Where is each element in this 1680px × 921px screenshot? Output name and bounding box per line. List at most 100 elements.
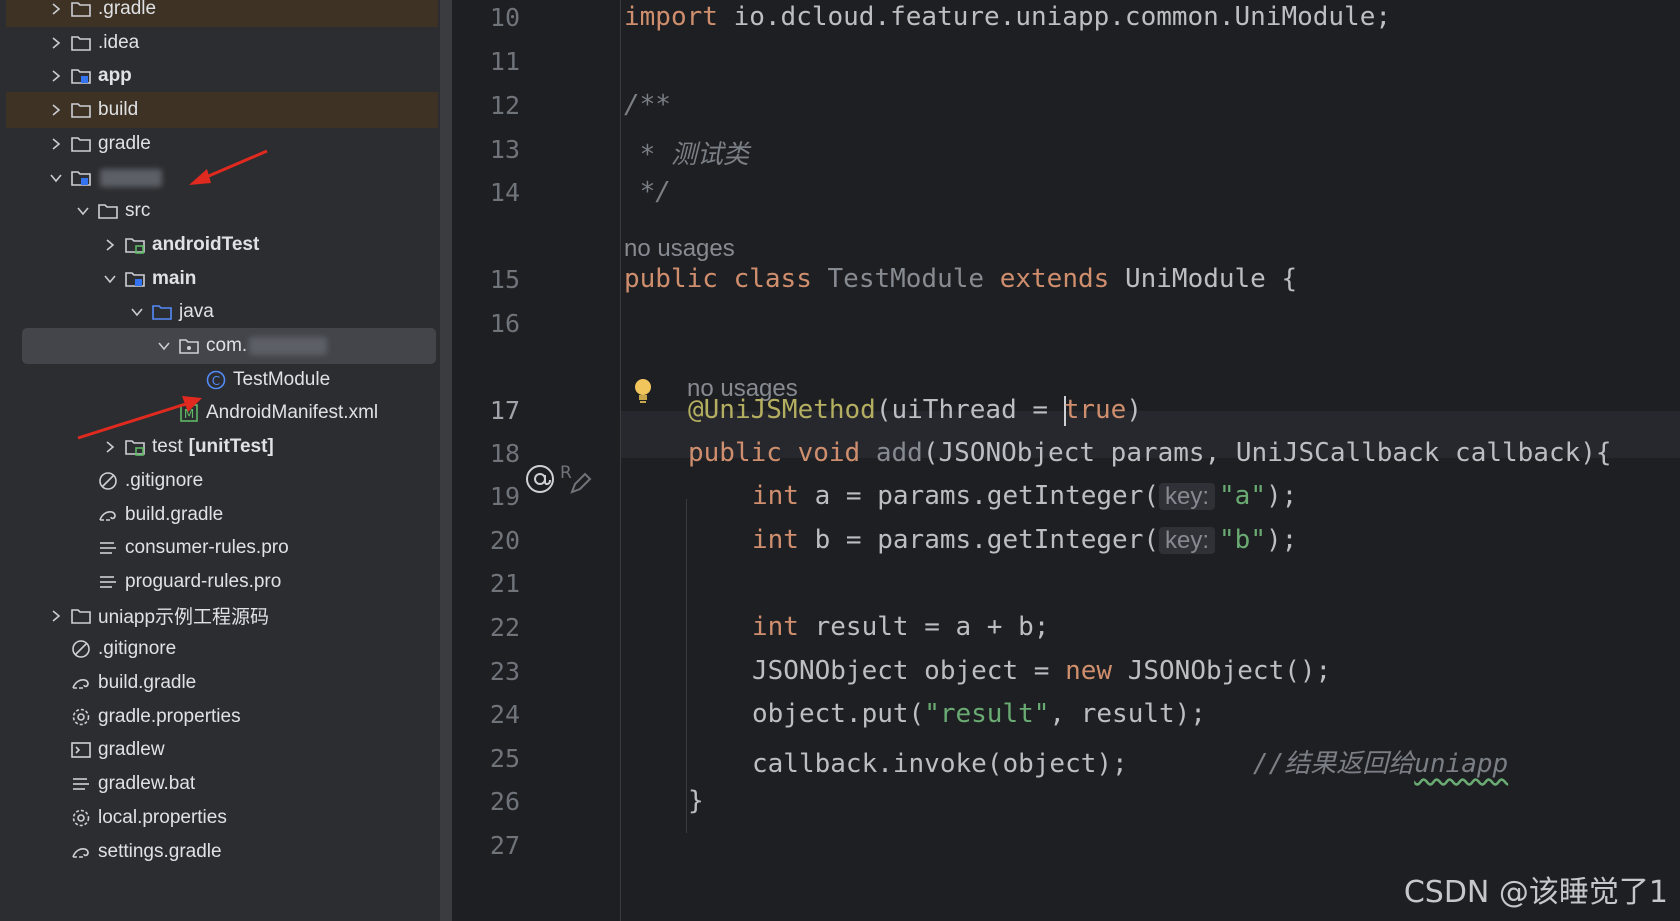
code-editor[interactable]: no usages no usages import io.dcloud.fea… [624,0,1680,921]
tree-item-label: app [98,65,132,87]
code-line[interactable]: * 测试类 [624,134,749,171]
tree-item-build[interactable]: build [6,92,438,129]
tree-scrollbar[interactable] [440,0,452,921]
tree-item-gradle-properties[interactable]: gradle.properties [6,699,438,735]
chevron-down-icon[interactable] [44,171,68,185]
tree-item-com[interactable]: com. [22,328,436,364]
code-line[interactable]: */ [624,177,671,207]
tree-item-src[interactable]: src [6,193,438,229]
tree-item-app[interactable]: app [6,58,438,94]
code-line[interactable]: @UniJSMethod(uiThread = true) [688,395,1142,426]
tree-item-label: java [179,301,214,323]
code-line[interactable]: int result = a + b; [752,612,1049,642]
tree-item-build-gradle[interactable]: build.gradle [6,497,438,533]
line-number: 25 [489,744,520,773]
code-line[interactable]: import io.dcloud.feature.uniapp.common.U… [624,2,1391,32]
code-line[interactable]: public void add(JSONObject params, UniJS… [688,438,1612,468]
code-token: */ [624,177,671,207]
code-line[interactable]: } [688,786,704,816]
chevron-right-icon[interactable] [98,238,122,252]
manifest-icon: M [176,401,202,425]
tree-item-androidmanifest-xml[interactable]: M AndroidManifest.xml [6,395,438,431]
test-folder-icon [122,435,148,459]
code-line[interactable]: JSONObject object = new JSONObject(); [752,656,1331,686]
chevron-right-icon[interactable] [44,137,68,151]
tree-item-label: .gradle [98,0,157,19]
code-token: uniapp [1414,749,1509,779]
tree-item-label: gradlew [98,739,165,761]
tree-item-gradle[interactable]: gradle [6,126,438,162]
code-token: "result" [924,699,1050,729]
folder-icon [95,199,121,223]
code-line[interactable]: public class TestModule extends UniModul… [624,264,1297,294]
tree-item-consumer-rules-pro[interactable]: consumer-rules.pro [6,530,438,566]
tree-item-label: build.gradle [125,503,224,525]
code-token: UniModule { [1124,264,1298,294]
edit-rule-icon[interactable]: R [558,462,592,500]
code-line[interactable]: callback.invoke(object); //结果返回给uniapp [752,743,1508,780]
code-token: "b" [1219,525,1266,555]
chevron-right-icon[interactable] [44,103,68,117]
folder-icon [68,31,94,55]
code-token: object.put( [752,699,925,729]
implementation-at-icon[interactable] [524,463,556,499]
line-number: 27 [489,831,520,860]
tree-item-gradlew-bat[interactable]: gradlew.bat [6,766,438,802]
code-token: b = params.getInteger( [814,525,1159,555]
chevron-down-icon[interactable] [71,204,95,218]
chevron-right-icon[interactable] [44,36,68,50]
line-number: 13 [489,135,520,164]
tree-item-idea[interactable]: .idea [6,25,438,61]
code-token: io.dcloud.feature.uniapp.common.UniModul… [733,2,1392,32]
code-line[interactable]: /** [624,90,671,120]
tree-item-androidtest[interactable]: androidTest [6,227,438,263]
code-token: /** [624,90,671,120]
line-number: 14 [489,178,520,207]
tree-item-gitignore[interactable]: .gitignore [6,631,438,667]
tree-item-label: .idea [98,31,140,53]
chevron-down-icon[interactable] [152,339,176,353]
code-line[interactable]: int b = params.getInteger(key: "b"); [752,525,1297,555]
usage-hint-class[interactable]: no usages [624,235,735,263]
tree-item-main[interactable]: main [6,261,438,297]
code-line[interactable]: int a = params.getInteger(key: "a"); [752,481,1297,511]
redacted-name [249,337,328,355]
tree-item-gitignore[interactable]: .gitignore [6,463,438,499]
tree-item-testmodule[interactable]: C TestModule [6,362,438,398]
chevron-right-icon[interactable] [44,2,68,16]
bulb-icon[interactable] [632,377,654,409]
tree-item-settings-gradle[interactable]: settings.gradle [6,834,438,870]
line-number: 11 [489,47,520,76]
tree-item-gradlew[interactable]: gradlew [6,732,438,768]
line-number: 10 [489,3,520,32]
chevron-down-icon[interactable] [98,272,122,286]
tree-item-uniapp[interactable]: uniapp示例工程源码 [6,598,438,634]
tree-item-test-unittest[interactable]: test [unitTest] [6,429,438,465]
tree-item-label: settings.gradle [98,840,222,862]
line-number: 18 [489,439,520,468]
code-token: //结果返回给 [1252,749,1415,779]
tree-item-local-properties[interactable]: local.properties [6,800,438,836]
tree-item-proguard-rules-pro[interactable]: proguard-rules.pro [6,564,438,600]
line-number: 26 [489,787,520,816]
tree-item-java[interactable]: java [6,294,438,330]
code-line[interactable]: object.put("result", result); [752,699,1206,729]
code-token: } [688,786,704,816]
text-file-icon [95,570,121,594]
code-token: JSONObject object = [752,656,1066,686]
folder-icon [68,98,94,122]
chevron-right-icon[interactable] [44,69,68,83]
chevron-right-icon[interactable] [98,440,122,454]
code-token: JSONObject(); [1127,656,1332,686]
tree-item-item[interactable] [6,160,438,196]
tree-item-label: local.properties [98,806,227,828]
tree-item-label: main [152,267,197,289]
project-tree: .gradle .idea app build gradle src androidTest… [0,0,452,921]
tree-item-build-gradle[interactable]: build.gradle [6,665,438,701]
redacted-name [100,168,162,187]
gradle-icon [68,840,94,864]
tree-item-gradle[interactable]: .gradle [6,0,438,27]
module-folder-icon [122,267,148,291]
chevron-right-icon[interactable] [44,609,68,623]
chevron-down-icon[interactable] [125,305,149,319]
